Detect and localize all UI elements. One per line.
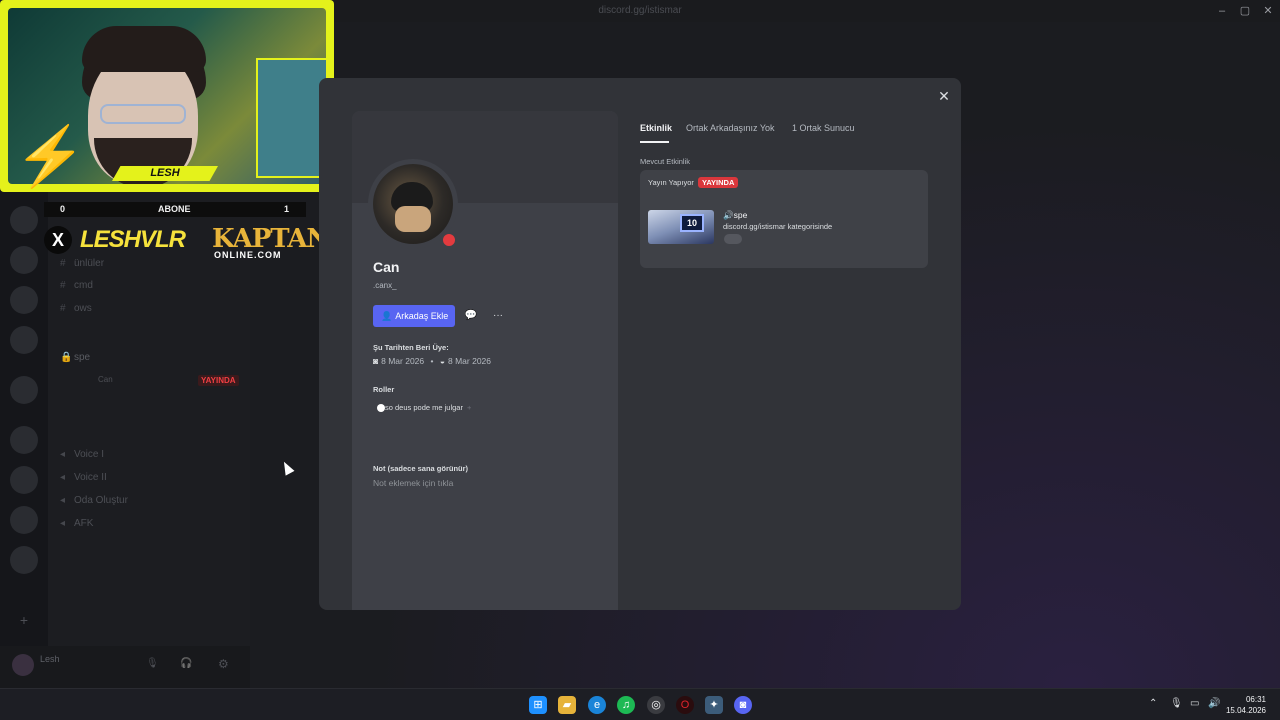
server-icon[interactable] bbox=[10, 286, 38, 314]
voice-user[interactable]: Can bbox=[98, 375, 113, 384]
streamer-name: LESH bbox=[112, 166, 218, 181]
discord-icon[interactable]: ◙ bbox=[734, 696, 752, 714]
stream-thumbnail[interactable]: 10 bbox=[648, 210, 714, 244]
steam-icon[interactable]: ◎ bbox=[647, 696, 665, 714]
tray-mic-icon[interactable]: 🎙 bbox=[1170, 698, 1183, 709]
stream-channel-name[interactable]: 🔊spe bbox=[723, 210, 747, 221]
windows-start-icon[interactable]: ⊞ bbox=[529, 696, 547, 714]
window-close-icon[interactable]: ✕ bbox=[1260, 3, 1276, 19]
webcam-overlay: ⚡ LESH bbox=[0, 0, 334, 192]
more-icon[interactable]: ··· bbox=[487, 305, 509, 327]
add-server-icon[interactable]: + bbox=[10, 606, 38, 634]
voice-channel-item[interactable]: ◂ AFK bbox=[60, 518, 93, 529]
channel-item[interactable]: # ows bbox=[60, 303, 92, 314]
streaming-label: Yayın Yapıyor bbox=[648, 178, 694, 187]
activity-card[interactable]: Yayın Yapıyor YAYINDA 10 🔊spe discord.gg… bbox=[640, 170, 928, 268]
channel-item[interactable]: # cmd bbox=[60, 280, 93, 291]
avatar-ring bbox=[368, 159, 458, 249]
profile-card: Can .canx_ 👤 Arkadaş Ekle 💬 ··· Şu Tariht… bbox=[352, 111, 618, 610]
voice-channel-item[interactable]: ◂ Voice II bbox=[60, 472, 107, 483]
stream-channel-desc: discord.gg/istismar kategorisinde bbox=[723, 222, 833, 231]
taskbar: ⊞ ▰ e ♫ ◎ O ✦ ◙ ⌃ 🎙 ▭ 🔊 06:31 15.04.2026 bbox=[0, 688, 1280, 720]
note-label: Not (sadece sana görünür) bbox=[373, 464, 469, 473]
avatar[interactable] bbox=[373, 164, 453, 244]
tray-chevron-icon[interactable]: ⌃ bbox=[1149, 698, 1157, 709]
user-panel: Lesh 🎙 🎧 ⚙ bbox=[0, 646, 250, 688]
tab-mutual-servers[interactable]: 1 Ortak Sunucu bbox=[792, 123, 855, 133]
discord-logo-icon: ◙ bbox=[373, 356, 379, 366]
server-icon[interactable] bbox=[10, 246, 38, 274]
message-icon[interactable]: 💬 bbox=[460, 305, 482, 327]
settings-gear-icon[interactable]: ⚙ bbox=[218, 657, 229, 671]
file-explorer-icon[interactable]: ▰ bbox=[558, 696, 576, 714]
opera-icon[interactable]: O bbox=[676, 696, 694, 714]
add-role-icon[interactable]: + bbox=[467, 403, 471, 412]
avatar[interactable] bbox=[12, 654, 34, 676]
tray-network-icon[interactable]: ▭ bbox=[1190, 698, 1199, 709]
system-clock[interactable]: 06:31 15.04.2026 bbox=[1226, 694, 1266, 716]
server-icon[interactable] bbox=[10, 426, 38, 454]
server-icon[interactable] bbox=[10, 506, 38, 534]
server-icon: ◒ bbox=[439, 356, 446, 366]
viewer-avatars bbox=[724, 234, 742, 244]
eagle-poster bbox=[256, 58, 326, 178]
current-activity-label: Mevcut Etkinlik bbox=[640, 157, 691, 166]
username: .canx_ bbox=[373, 281, 397, 290]
user-name: Lesh bbox=[40, 654, 60, 664]
add-friend-button[interactable]: 👤 Arkadaş Ekle bbox=[373, 305, 455, 327]
server-icon[interactable] bbox=[10, 546, 38, 574]
voice-channel-item[interactable]: ◂ Voice I bbox=[60, 449, 104, 460]
role-chip: so deus pode me julgar + bbox=[373, 401, 471, 415]
minimize-icon[interactable]: – bbox=[1214, 3, 1230, 19]
tray-volume-icon[interactable]: 🔊 bbox=[1208, 698, 1220, 709]
tab-activity[interactable]: Etkinlik bbox=[640, 123, 672, 133]
role-color-icon bbox=[377, 404, 385, 412]
mic-icon[interactable]: 🎙 bbox=[146, 658, 159, 669]
member-dates: ◙ 8 Mar 2026 • ◒ 8 Mar 2026 bbox=[373, 356, 492, 366]
maximize-icon[interactable]: ▢ bbox=[1237, 3, 1253, 19]
close-icon[interactable]: ✕ bbox=[933, 85, 955, 107]
user-profile-modal: ✕ Can .canx_ 👤 Arkadaş Ekle 💬 ··· Şu Tari… bbox=[319, 78, 961, 610]
status-dnd-icon bbox=[440, 231, 458, 249]
roles-label: Roller bbox=[373, 385, 395, 394]
subscriber-bar: 0 ABONE 1 bbox=[44, 202, 306, 217]
server-icon[interactable] bbox=[10, 326, 38, 354]
server-icon[interactable] bbox=[10, 466, 38, 494]
app-icon[interactable]: ✦ bbox=[705, 696, 723, 714]
display-name: Can bbox=[373, 259, 400, 275]
sponsor-logo-sub: ONLINE.COM bbox=[214, 250, 282, 260]
speaker-icon: 🔊 bbox=[723, 210, 734, 220]
server-icon[interactable] bbox=[10, 376, 38, 404]
tab-underline bbox=[640, 141, 669, 143]
add-friend-icon: 👤 bbox=[381, 311, 393, 321]
voice-channel-item[interactable]: 🔒 spe bbox=[60, 352, 90, 363]
member-since-label: Şu Tarihten Beri Üye: bbox=[373, 343, 449, 352]
tab-mutual-friends[interactable]: Ortak Arkadaşınız Yok bbox=[686, 123, 775, 133]
live-badge: YAYINDA bbox=[698, 177, 739, 188]
live-tag: YAYINDA bbox=[198, 375, 239, 386]
spotify-icon[interactable]: ♫ bbox=[617, 696, 635, 714]
server-icon[interactable] bbox=[10, 206, 38, 234]
brand-name: LESHVLR bbox=[80, 226, 186, 253]
voice-channel-item[interactable]: ◂ Oda Oluştur bbox=[60, 495, 128, 506]
edge-browser-icon[interactable]: e bbox=[588, 696, 606, 714]
headphone-icon[interactable]: 🎧 bbox=[180, 658, 192, 669]
lightning-icon: ⚡ bbox=[14, 124, 87, 189]
note-input[interactable]: Not eklemek için tıkla bbox=[373, 478, 453, 488]
x-logo-icon: X bbox=[44, 226, 72, 254]
brand-row: X LESHVLR KAPTAN ONLINE.COM bbox=[44, 224, 330, 262]
